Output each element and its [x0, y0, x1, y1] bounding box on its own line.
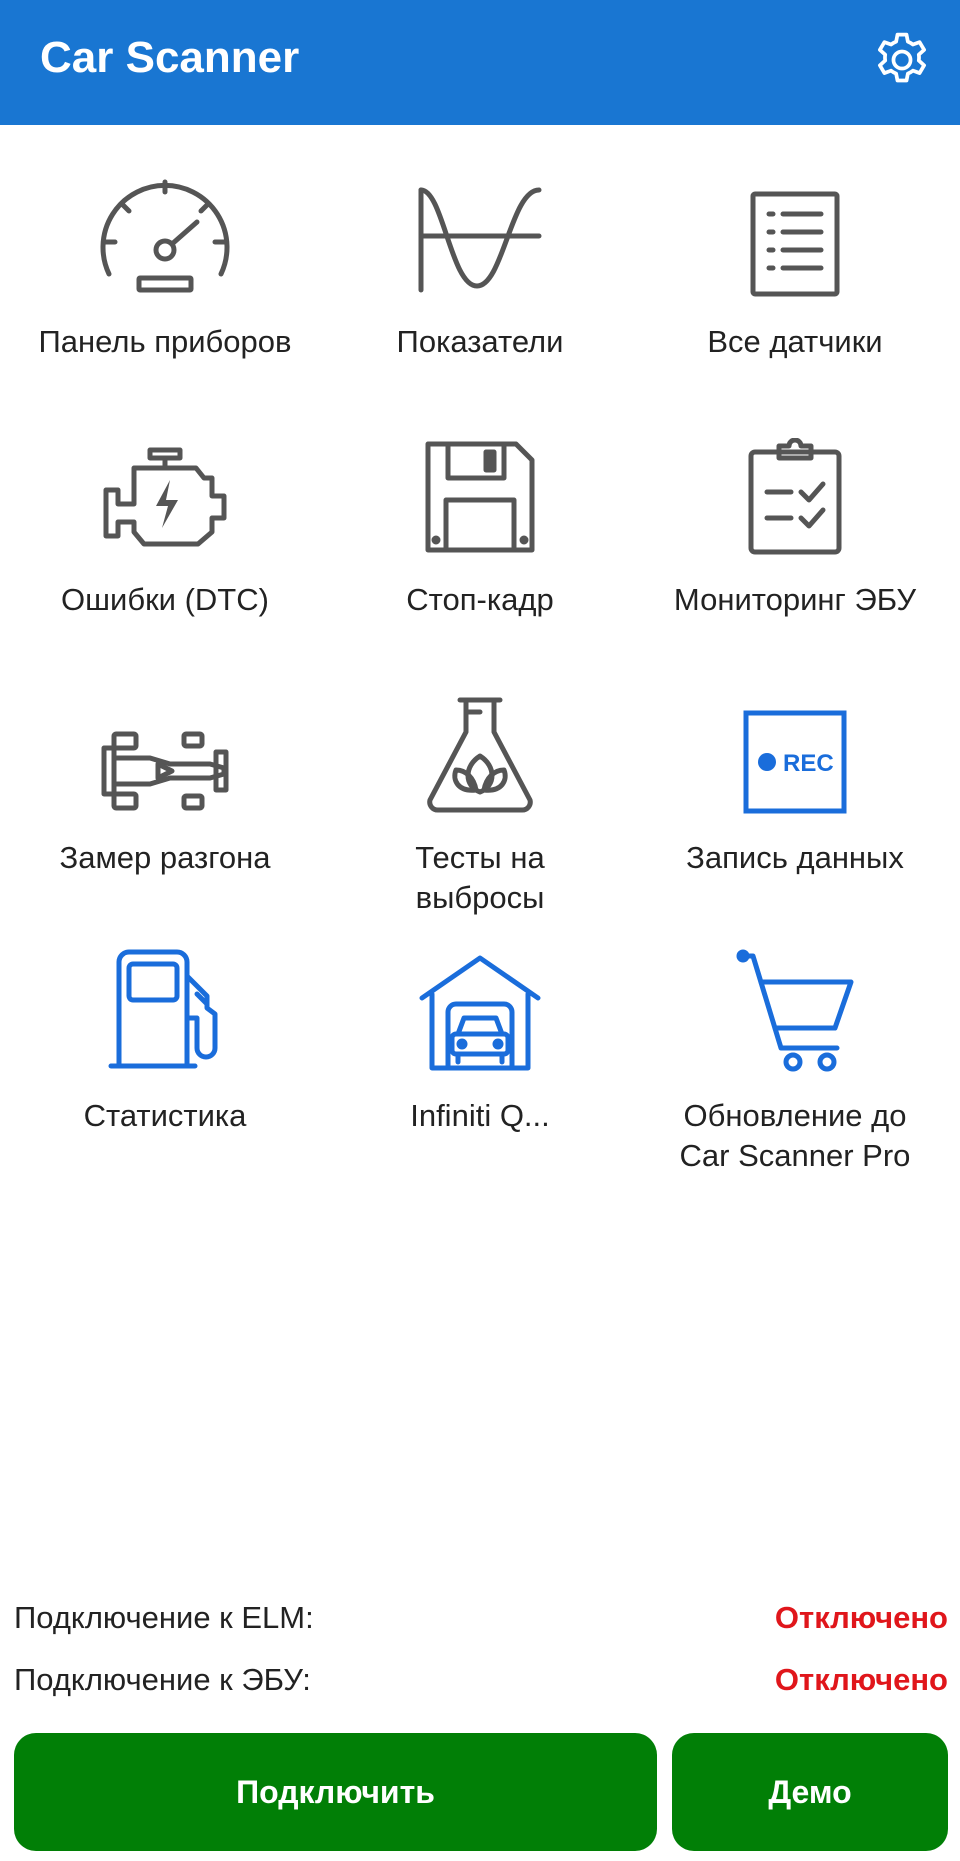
shopping-cart-icon — [715, 944, 875, 1072]
tile-label: Ошибки (DTC) — [61, 582, 269, 617]
elm-connection-value: Отключено — [774, 1600, 948, 1635]
tile-freeze-frame[interactable]: Стоп-кадр — [325, 428, 635, 668]
app-bar: Car Scanner — [0, 0, 960, 125]
ecu-connection-status: Подключение к ЭБУ: Отключено — [14, 1655, 948, 1705]
tile-label: Статистика — [83, 1098, 247, 1133]
app-title: Car Scanner — [40, 33, 300, 82]
tile-ecu-monitoring[interactable]: Мониторинг ЭБУ — [640, 428, 950, 668]
flask-leaf-icon — [400, 686, 560, 814]
tile-label: Запись данных — [686, 840, 904, 875]
tile-statistics[interactable]: Статистика — [10, 944, 320, 1184]
race-car-icon — [85, 686, 245, 814]
settings-button[interactable] — [866, 24, 938, 96]
connect-button[interactable]: Подключить — [14, 1733, 657, 1851]
rec-text: REC — [783, 750, 834, 777]
fuel-pump-icon — [85, 944, 245, 1072]
engine-icon — [85, 428, 245, 556]
demo-button[interactable]: Демо — [672, 1733, 948, 1851]
tile-label: Обновление до Car Scanner Pro — [679, 1098, 911, 1173]
tile-label: Показатели — [396, 324, 564, 359]
ecu-connection-label: Подключение к ЭБУ: — [14, 1662, 311, 1697]
tile-label: Замер разгона — [59, 840, 271, 875]
app-screen: Car Scanner Панель приборов Показатели В… — [0, 0, 960, 1861]
tile-acceleration[interactable]: Замер разгона — [10, 686, 320, 926]
floppy-disk-icon — [400, 428, 560, 556]
speedometer-icon — [85, 170, 245, 298]
tile-data-recording[interactable]: REC Запись данных — [640, 686, 950, 926]
tile-label: Стоп-кадр — [406, 582, 554, 617]
tile-label: Тесты на выбросы — [415, 840, 545, 915]
sine-wave-icon — [400, 170, 560, 298]
tile-indicators[interactable]: Показатели — [325, 170, 635, 410]
elm-connection-label: Подключение к ELM: — [14, 1600, 314, 1635]
rec-icon: REC — [715, 686, 875, 814]
elm-connection-status: Подключение к ELM: Отключено — [14, 1593, 948, 1643]
tile-label: Все датчики — [707, 324, 883, 359]
gear-icon — [878, 32, 926, 83]
tile-label: Мониторинг ЭБУ — [673, 582, 917, 617]
tile-upgrade-pro[interactable]: Обновление до Car Scanner Pro — [640, 944, 950, 1184]
ecu-connection-value: Отключено — [774, 1662, 948, 1697]
tile-dashboard[interactable]: Панель приборов — [10, 170, 320, 410]
list-document-icon — [715, 170, 875, 298]
tile-all-sensors[interactable]: Все датчики — [640, 170, 950, 410]
garage-car-icon — [400, 944, 560, 1072]
clipboard-check-icon — [715, 428, 875, 556]
tile-dtc[interactable]: Ошибки (DTC) — [10, 428, 320, 668]
tile-emission-tests[interactable]: Тесты на выбросы — [325, 686, 635, 926]
tile-vehicle[interactable]: Infiniti Q... — [325, 944, 635, 1184]
tile-label: Панель приборов — [38, 324, 292, 359]
tile-label: Infiniti Q... — [410, 1098, 550, 1133]
